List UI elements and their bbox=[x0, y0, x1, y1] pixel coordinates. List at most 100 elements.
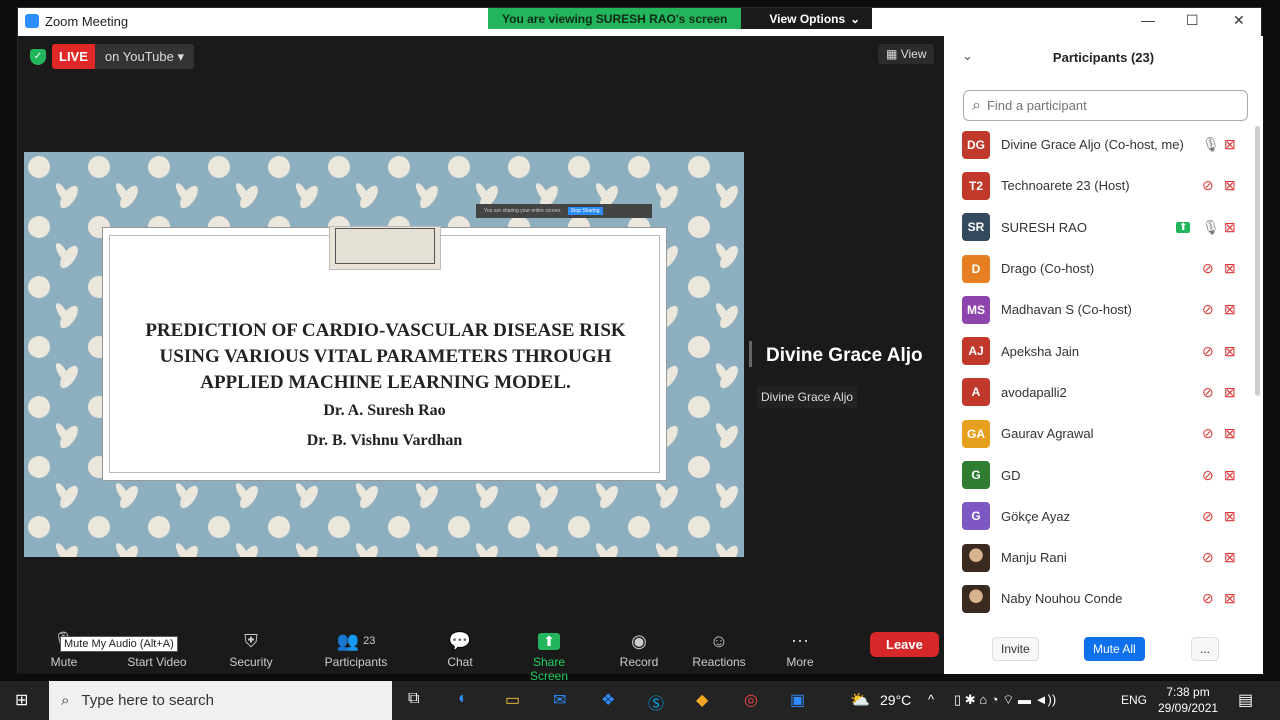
close-icon[interactable]: ✕ bbox=[1233, 12, 1245, 29]
view-options-button[interactable]: View Options ⌄ bbox=[741, 8, 873, 29]
microphone-muted-icon[interactable]: ⊘ bbox=[1202, 384, 1214, 401]
maximize-icon[interactable]: ☐ bbox=[1186, 12, 1199, 29]
meeting-stage: ✓ LIVE on YouTube ▾ ▦ View You are shari… bbox=[18, 36, 943, 621]
participant-row[interactable]: G Gökçe Ayaz ⊘ ⊠ bbox=[944, 496, 1254, 537]
video-off-icon[interactable]: ⊠ bbox=[1224, 590, 1236, 607]
participant-name: Madhavan S (Co-host) bbox=[1001, 302, 1132, 318]
share-control-bar: You are sharing your entire screen. Stop… bbox=[476, 204, 652, 218]
avatar: AJ bbox=[962, 337, 990, 366]
video-off-icon[interactable]: ⊠ bbox=[1224, 467, 1236, 484]
record-button[interactable]: ◉ Record bbox=[618, 627, 660, 670]
video-off-icon[interactable]: ⊠ bbox=[1224, 260, 1236, 277]
taskbar-search-label: Type here to search bbox=[81, 692, 214, 709]
minimize-icon[interactable]: — bbox=[1141, 12, 1155, 28]
microphone-muted-icon[interactable]: ⊘ bbox=[1202, 301, 1214, 318]
participant-row[interactable]: MS Madhavan S (Co-host) ⊘ ⊠ bbox=[944, 289, 1254, 330]
panel-scrollbar[interactable] bbox=[1255, 126, 1260, 396]
participant-search[interactable]: ⌕ bbox=[963, 90, 1248, 121]
avatar-photo bbox=[962, 543, 990, 572]
avatar: D bbox=[962, 254, 990, 283]
participant-row[interactable]: Manju Rani ⊘ ⊠ bbox=[944, 537, 1254, 578]
video-off-icon[interactable]: ⊠ bbox=[1224, 343, 1236, 360]
video-off-icon[interactable]: ⊠ bbox=[1224, 384, 1236, 401]
chrome-icon[interactable]: ◎ bbox=[744, 690, 758, 710]
participant-search-input[interactable] bbox=[986, 98, 1227, 113]
participant-row[interactable]: Aavodapalli2 ⊘ ⊠ bbox=[944, 372, 1254, 413]
taskbar-search[interactable]: ⌕ Type here to search bbox=[49, 681, 392, 720]
people-icon: 👥 23 bbox=[336, 630, 376, 651]
video-off-icon[interactable]: ⊠ bbox=[1224, 549, 1236, 566]
tray-chevron-icon[interactable]: ^ bbox=[928, 692, 934, 707]
task-view-icon[interactable]: ⧉ bbox=[408, 690, 419, 708]
shared-slide: You are sharing your entire screen. Stop… bbox=[24, 152, 744, 557]
reactions-button[interactable]: ☺ Reactions bbox=[691, 627, 747, 670]
participants-button[interactable]: 👥 23 Participants bbox=[321, 627, 391, 670]
speaker-divider bbox=[749, 341, 752, 367]
start-video-label: Start Video bbox=[127, 655, 187, 669]
microphone-muted-icon[interactable]: ⊘ bbox=[1202, 508, 1214, 525]
skype-icon[interactable]: Ⓢ bbox=[648, 690, 664, 714]
more-label: More bbox=[786, 655, 814, 669]
microphone-muted-icon[interactable]: ⊘ bbox=[1202, 549, 1214, 566]
zoom-taskbar-icon[interactable]: ▣ bbox=[790, 690, 805, 710]
taskbar-clock[interactable]: 7:38 pm 29/09/2021 bbox=[1158, 684, 1218, 716]
security-button[interactable]: ⛨ Security bbox=[226, 627, 276, 670]
windows-start-icon[interactable]: ⊞ bbox=[15, 690, 28, 710]
dropbox-icon[interactable]: ❖ bbox=[601, 690, 615, 710]
microphone-muted-icon[interactable]: ⊘ bbox=[1202, 467, 1214, 484]
invite-button[interactable]: Invite bbox=[992, 637, 1039, 661]
participant-row[interactable]: SR SURESH RAO ⬆ 🎙 ⊠ bbox=[944, 207, 1254, 248]
live-on-youtube-button[interactable]: on YouTube ▾ bbox=[94, 44, 194, 69]
start-video-button[interactable]: Start Video bbox=[122, 627, 192, 669]
view-options-label: View Options bbox=[769, 11, 846, 26]
reactions-label: Reactions bbox=[692, 655, 746, 669]
active-speaker-name: Divine Grace Aljo bbox=[766, 345, 923, 366]
video-off-icon[interactable]: ⊠ bbox=[1224, 301, 1236, 318]
participant-row[interactable]: GA Gaurav Agrawal ⊘ ⊠ bbox=[944, 413, 1254, 454]
microphone-muted-icon[interactable]: ⊘ bbox=[1202, 425, 1214, 442]
mail-icon[interactable]: ✉ bbox=[553, 690, 566, 710]
mute-all-button[interactable]: Mute All bbox=[1084, 637, 1145, 661]
brave-icon[interactable]: ◆ bbox=[696, 690, 708, 710]
participant-name: SURESH RAO bbox=[1001, 219, 1087, 235]
participant-name: Divine Grace Aljo (Co-host, me) bbox=[1001, 137, 1184, 153]
tray-icons[interactable]: ▯ ✱ ⌂ ◔ ⌔ ▬ ◄)) bbox=[954, 692, 1056, 708]
video-off-icon[interactable]: ⊠ bbox=[1224, 219, 1236, 236]
share-screen-button[interactable]: ⬆ Share Screen bbox=[513, 627, 585, 683]
chat-button[interactable]: 💬 Chat bbox=[442, 627, 478, 670]
video-off-icon[interactable]: ⊠ bbox=[1224, 177, 1236, 194]
language-indicator[interactable]: ENG bbox=[1121, 693, 1147, 707]
video-off-icon[interactable]: ⊠ bbox=[1224, 136, 1236, 153]
clock-date: 29/09/2021 bbox=[1158, 701, 1219, 715]
participant-row[interactable]: D Drago (Co-host) ⊘ ⊠ bbox=[944, 248, 1254, 289]
zoom-icon bbox=[25, 14, 39, 28]
slide-author-1: Dr. A. Suresh Rao bbox=[323, 402, 446, 419]
microphone-icon[interactable]: 🎙 bbox=[1202, 136, 1220, 153]
window-title: Zoom Meeting bbox=[45, 14, 129, 29]
view-button[interactable]: ▦ View bbox=[878, 44, 935, 64]
edge-icon[interactable]: ◐ bbox=[458, 690, 468, 708]
file-explorer-icon[interactable]: ▭ bbox=[505, 690, 520, 710]
leave-button[interactable]: Leave bbox=[870, 632, 939, 657]
video-off-icon[interactable]: ⊠ bbox=[1224, 425, 1236, 442]
microphone-muted-icon[interactable]: ⊘ bbox=[1202, 177, 1214, 194]
more-button[interactable]: ⋯ More bbox=[782, 627, 818, 670]
notifications-icon[interactable]: ▤ bbox=[1238, 690, 1253, 710]
microphone-muted-icon[interactable]: ⊘ bbox=[1202, 260, 1214, 277]
microphone-icon[interactable]: 🎙 bbox=[1202, 219, 1220, 236]
participant-row[interactable]: G GD ⊘ ⊠ bbox=[944, 454, 1254, 495]
microphone-muted-icon[interactable]: ⊘ bbox=[1202, 590, 1214, 607]
stop-sharing-button[interactable]: Stop Sharing bbox=[567, 207, 603, 215]
windows-taskbar: ⊞ ⌕ Type here to search ⧉ ◐ ▭ ✉ ❖ Ⓢ ◆ ◎ ▣… bbox=[0, 681, 1280, 720]
participant-row[interactable]: T2 Technoarete 23 (Host) ⊘ ⊠ bbox=[944, 165, 1254, 206]
live-badge[interactable]: LIVE bbox=[52, 44, 95, 69]
participant-name: Gökçe Ayaz bbox=[1001, 508, 1071, 524]
mute-label: Mute bbox=[50, 655, 78, 669]
participant-row[interactable]: AJ Apeksha Jain ⊘ ⊠ bbox=[944, 330, 1254, 371]
more-options-button[interactable]: ... bbox=[1191, 637, 1220, 661]
record-label: Record bbox=[619, 655, 659, 669]
participant-row[interactable]: Naby Nouhou Conde ⊘ ⊠ bbox=[944, 578, 1254, 619]
participant-row[interactable]: DG Divine Grace Aljo (Co-host, me) 🎙 ⊠ bbox=[944, 124, 1254, 165]
microphone-muted-icon[interactable]: ⊘ bbox=[1202, 343, 1214, 360]
video-off-icon[interactable]: ⊠ bbox=[1224, 508, 1236, 525]
